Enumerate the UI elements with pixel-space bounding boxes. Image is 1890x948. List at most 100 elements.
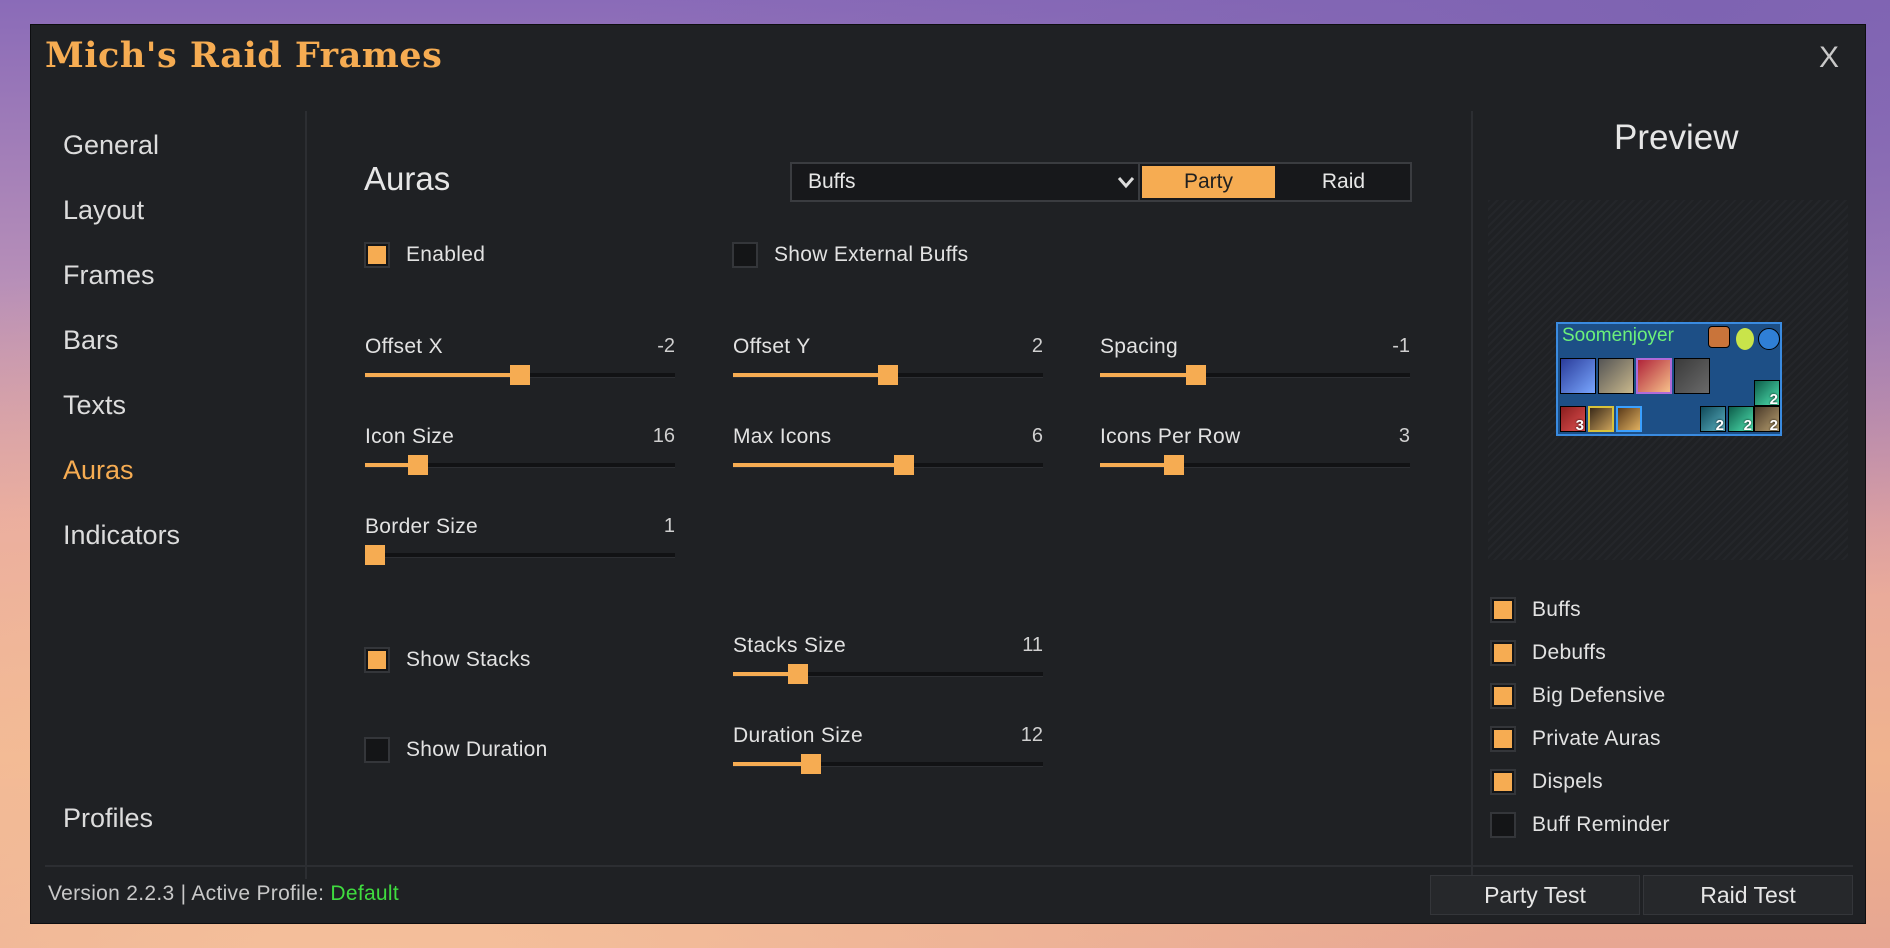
stack-count: 3 [1575, 417, 1584, 434]
slider-thumb[interactable] [510, 365, 530, 385]
slider-thumb[interactable] [365, 545, 385, 565]
page-title: Auras [364, 160, 451, 197]
sidebar-item-indicators[interactable]: Indicators [63, 503, 180, 568]
slider-thumb[interactable] [1186, 365, 1206, 385]
slider-thumb[interactable] [1164, 455, 1184, 475]
checkbox-check [1494, 601, 1512, 619]
spacing-label: Spacing [1100, 335, 1178, 358]
show-external-buffs-checkbox[interactable]: Show External Buffs [732, 242, 968, 268]
sidebar-item-texts[interactable]: Texts [63, 373, 180, 438]
max-icons-slider: Max Icons 6 [733, 425, 1043, 485]
checkbox-box [1490, 769, 1516, 795]
icons-per-row-value: 3 [1398, 425, 1410, 447]
offset-x-label: Offset X [365, 335, 443, 358]
window-title: Mich's Raid Frames [45, 35, 443, 76]
max-icons-value: 6 [1031, 425, 1043, 447]
icon-size-label: Icon Size [365, 425, 455, 448]
duration-size-slider: Duration Size 12 [733, 724, 1043, 784]
slider-thumb[interactable] [878, 365, 898, 385]
preview-big-defensive-label: Big Defensive [1532, 684, 1666, 707]
buff-icon-1 [1560, 358, 1596, 394]
offset-x-value: -2 [657, 335, 675, 357]
buff-icon-3 [1636, 358, 1672, 394]
debuff-icon-3 [1616, 406, 1642, 432]
preview-dispels-label: Dispels [1532, 770, 1603, 793]
offset-x-slider: Offset X -2 [365, 335, 675, 395]
party-test-button[interactable]: Party Test [1430, 875, 1640, 915]
sidebar-item-frames[interactable]: Frames [63, 243, 180, 308]
swirl-icon [1758, 328, 1780, 350]
checkbox-box [1490, 597, 1516, 623]
preview-private-auras-checkbox[interactable]: Private Auras [1490, 726, 1661, 752]
checkbox-box [1490, 640, 1516, 666]
show-external-buffs-label: Show External Buffs [774, 243, 969, 266]
checkbox-check [1494, 773, 1512, 791]
show-duration-checkbox[interactable]: Show Duration [364, 737, 548, 763]
slider-thumb[interactable] [408, 455, 428, 475]
sidebar-item-bars[interactable]: Bars [63, 308, 180, 373]
slider-thumb[interactable] [788, 664, 808, 684]
icons-per-row-label: Icons Per Row [1100, 425, 1241, 448]
checkbox-check [1494, 644, 1512, 662]
sidebar-item-layout[interactable]: Layout [63, 178, 180, 243]
defensive-icon-2: 2 [1728, 406, 1754, 434]
debuff-icon-2 [1588, 406, 1614, 432]
checkbox-check [368, 246, 386, 264]
checkbox-box [732, 242, 758, 268]
sidebar-divider [305, 111, 307, 879]
checkbox-check [368, 651, 386, 669]
stacks-size-label: Stacks Size [733, 634, 847, 657]
checkbox-box [1490, 726, 1516, 752]
preview-big-defensive-checkbox[interactable]: Big Defensive [1490, 683, 1665, 709]
sidebar-item-profiles[interactable]: Profiles [63, 803, 153, 834]
slider-fill [1100, 463, 1174, 467]
dropdown-value: Buffs [808, 170, 856, 193]
enabled-checkbox[interactable]: Enabled [364, 242, 485, 268]
spacing-slider: Spacing -1 [1100, 335, 1410, 395]
icon-size-value: 16 [652, 425, 675, 447]
checkbox-box [364, 737, 390, 763]
preview-debuffs-checkbox[interactable]: Debuffs [1490, 640, 1606, 666]
offset-y-slider: Offset Y 2 [733, 335, 1043, 395]
buff-icon-2 [1598, 358, 1634, 394]
sidebar-item-auras[interactable]: Auras [63, 438, 180, 503]
show-stacks-checkbox[interactable]: Show Stacks [364, 647, 531, 673]
raid-test-button[interactable]: Raid Test [1643, 875, 1853, 915]
preview-debuffs-label: Debuffs [1532, 641, 1607, 664]
sidebar-item-general[interactable]: General [63, 113, 180, 178]
preview-unit-frame[interactable]: Soomenjoyer 2 3 2 2 2 [1556, 322, 1782, 436]
close-button[interactable]: X [1819, 41, 1839, 75]
active-profile-name: Default [330, 882, 400, 905]
stacks-size-slider: Stacks Size 11 [733, 634, 1043, 694]
slider-track[interactable] [365, 553, 675, 558]
icon-size-slider: Icon Size 16 [365, 425, 675, 485]
border-size-slider: Border Size 1 [365, 515, 675, 575]
checkbox-box [364, 647, 390, 673]
preview-buff-reminder-checkbox[interactable]: Buff Reminder [1490, 812, 1670, 838]
checkbox-check [1494, 687, 1512, 705]
checkbox-box [1490, 683, 1516, 709]
spacing-value: -1 [1392, 335, 1410, 357]
aura-type-dropdown[interactable]: Buffs [790, 162, 1152, 202]
preview-private-auras-label: Private Auras [1532, 727, 1661, 750]
segment-raid[interactable]: Raid [1277, 164, 1410, 200]
stacks-size-value: 11 [1022, 634, 1043, 656]
unit-name: Soomenjoyer [1562, 325, 1674, 346]
skull-icon [1708, 326, 1730, 348]
version-status: Version 2.2.3 | Active Profile: Default [48, 882, 399, 906]
checkbox-box [364, 242, 390, 268]
buff-icon-5: 2 [1754, 380, 1780, 408]
debuff-icon-1: 3 [1560, 406, 1586, 434]
preview-dispels-checkbox[interactable]: Dispels [1490, 769, 1603, 795]
border-size-value: 1 [663, 515, 675, 537]
slider-fill [733, 373, 888, 377]
checkbox-check [1494, 730, 1512, 748]
show-stacks-label: Show Stacks [406, 648, 531, 671]
buff-icon-4 [1674, 358, 1710, 394]
preview-buffs-checkbox[interactable]: Buffs [1490, 597, 1581, 623]
footer-divider [45, 865, 1853, 867]
slider-thumb[interactable] [801, 754, 821, 774]
stack-count: 2 [1769, 417, 1778, 434]
segment-party[interactable]: Party [1142, 166, 1275, 198]
slider-thumb[interactable] [894, 455, 914, 475]
